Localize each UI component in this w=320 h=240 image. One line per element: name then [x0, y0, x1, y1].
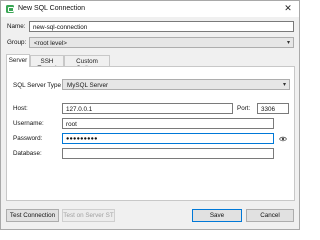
group-select[interactable]: <root level> ▾	[29, 37, 294, 48]
chevron-down-icon: ▾	[286, 40, 290, 46]
name-input[interactable]: new-sql-connection	[29, 21, 294, 32]
tab-server[interactable]: Server	[6, 54, 30, 67]
group-value: <root level>	[34, 39, 67, 47]
app-icon	[6, 5, 14, 13]
username-input[interactable]: root	[62, 118, 274, 129]
close-icon[interactable]: ✕	[281, 2, 295, 15]
port-value: 3306	[261, 105, 276, 113]
test-connection-button[interactable]: Test Connection	[6, 209, 59, 222]
password-value: ●●●●●●●●●	[66, 136, 98, 142]
database-input[interactable]	[62, 148, 274, 159]
save-button[interactable]: Save	[192, 209, 242, 222]
chevron-down-icon: ▾	[282, 82, 286, 88]
host-value: 127.0.0.1	[66, 105, 93, 113]
tab-custom-options[interactable]: Custom Options	[64, 55, 110, 72]
host-input[interactable]: 127.0.0.1	[62, 103, 233, 114]
port-input[interactable]: 3306	[257, 103, 289, 114]
window-title: New SQL Connection	[18, 5, 86, 12]
name-label: Name:	[7, 23, 26, 30]
server-type-value: MySQL Server	[67, 81, 109, 89]
test-on-server-button[interactable]: Test on Server ST	[62, 209, 115, 222]
port-label: Port:	[237, 105, 251, 112]
dialog-window: New SQL Connection ✕ Name: new-sql-conne…	[0, 0, 300, 230]
group-label: Group:	[7, 39, 27, 46]
server-type-label: SQL Server Type	[13, 82, 61, 89]
name-value: new-sql-connection	[33, 23, 88, 31]
cancel-button[interactable]: Cancel	[246, 209, 294, 222]
host-label: Host:	[13, 105, 28, 112]
username-value: root	[66, 120, 77, 128]
title-bar: New SQL Connection ✕	[1, 1, 299, 17]
tab-ssh-tunnel[interactable]: SSH Tunnel	[30, 55, 64, 72]
username-label: Username:	[13, 120, 44, 127]
server-tab-panel: SQL Server Type MySQL Server ▾ Host: 127…	[6, 66, 295, 201]
server-type-select[interactable]: MySQL Server ▾	[62, 79, 290, 90]
show-password-icon[interactable]	[279, 135, 287, 143]
database-label: Database:	[13, 150, 42, 157]
password-label: Password:	[13, 135, 43, 142]
password-input[interactable]: ●●●●●●●●●	[62, 133, 274, 144]
